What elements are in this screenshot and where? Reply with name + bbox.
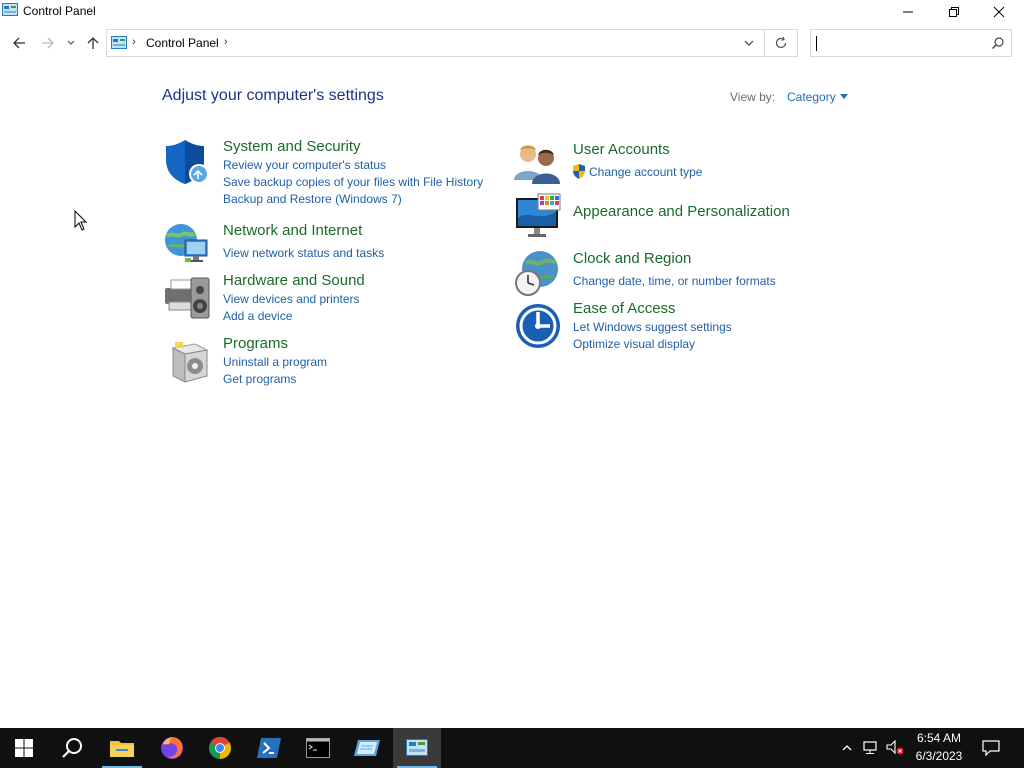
link-add-device[interactable]: Add a device bbox=[223, 309, 292, 323]
action-center-button[interactable] bbox=[982, 739, 1000, 757]
restore-icon bbox=[949, 7, 959, 17]
link-let-windows-suggest-settings[interactable]: Let Windows suggest settings bbox=[573, 320, 732, 334]
page-title: Adjust your computer's settings bbox=[162, 87, 384, 104]
category-network-and-internet[interactable]: Network and Internet bbox=[223, 222, 362, 239]
volume-tray-button[interactable] bbox=[886, 739, 904, 757]
clock-globe-icon[interactable] bbox=[514, 249, 562, 297]
minimize-icon bbox=[903, 11, 913, 13]
link-change-date-time-formats[interactable]: Change date, time, or number formats bbox=[573, 274, 776, 288]
link-backup-restore[interactable]: Backup and Restore (Windows 7) bbox=[223, 192, 402, 206]
category-hardware-and-sound[interactable]: Hardware and Sound bbox=[223, 272, 365, 289]
category-programs[interactable]: Programs bbox=[223, 335, 288, 352]
view-by-dropdown[interactable]: Category bbox=[787, 90, 836, 104]
network-tray-button[interactable] bbox=[862, 739, 880, 757]
uac-shield-icon bbox=[573, 164, 585, 179]
link-get-programs[interactable]: Get programs bbox=[223, 372, 296, 386]
window-title: Control Panel bbox=[23, 4, 96, 18]
taskbar bbox=[0, 728, 1024, 768]
control-panel-icon bbox=[2, 3, 18, 16]
refresh-button[interactable] bbox=[765, 29, 798, 57]
network-icon bbox=[863, 741, 877, 754]
forward-arrow-icon bbox=[42, 37, 54, 49]
chevron-down-icon bbox=[67, 40, 75, 45]
address-dropdown-button[interactable] bbox=[742, 36, 756, 50]
category-system-and-security[interactable]: System and Security bbox=[223, 138, 361, 155]
link-change-account-type[interactable]: Change account type bbox=[589, 165, 702, 179]
start-button[interactable] bbox=[0, 728, 48, 768]
search-icon[interactable] bbox=[991, 36, 1005, 50]
control-panel-icon bbox=[111, 36, 127, 49]
taskbar-notepad[interactable] bbox=[343, 728, 391, 768]
back-button[interactable] bbox=[8, 32, 30, 54]
printer-speaker-icon[interactable] bbox=[163, 272, 211, 320]
notification-icon bbox=[982, 740, 1000, 756]
link-file-history[interactable]: Save backup copies of your files with Fi… bbox=[223, 175, 483, 189]
firefox-icon bbox=[161, 737, 183, 759]
link-view-network-status[interactable]: View network status and tasks bbox=[223, 246, 384, 260]
show-hidden-icons-button[interactable] bbox=[838, 739, 856, 757]
control-panel-icon bbox=[406, 739, 428, 756]
refresh-icon bbox=[775, 36, 787, 49]
chevron-up-icon bbox=[842, 745, 852, 751]
start-icon bbox=[15, 739, 33, 757]
control-panel-window: Control Panel › Control Panel › Adjust y… bbox=[0, 0, 1024, 728]
forward-button[interactable] bbox=[37, 32, 59, 54]
recent-locations-button[interactable] bbox=[61, 32, 81, 54]
command-prompt-icon bbox=[306, 738, 330, 758]
mouse-cursor-icon bbox=[74, 210, 88, 231]
breadcrumb-separator[interactable]: › bbox=[224, 36, 228, 48]
restore-button[interactable] bbox=[931, 0, 977, 24]
breadcrumb-control-panel[interactable]: Control Panel bbox=[146, 36, 219, 50]
taskbar-powershell[interactable] bbox=[245, 728, 293, 768]
network-globe-icon[interactable] bbox=[163, 218, 211, 266]
programs-box-icon[interactable] bbox=[163, 336, 211, 384]
text-caret bbox=[816, 36, 817, 51]
link-uninstall-program[interactable]: Uninstall a program bbox=[223, 355, 327, 369]
taskbar-file-explorer[interactable] bbox=[98, 728, 146, 768]
close-icon bbox=[993, 6, 1005, 18]
category-clock-and-region[interactable]: Clock and Region bbox=[573, 250, 691, 267]
close-button[interactable] bbox=[976, 0, 1022, 24]
minimize-button[interactable] bbox=[885, 0, 931, 24]
chevron-down-icon bbox=[744, 40, 754, 46]
caret-down-icon[interactable] bbox=[840, 94, 848, 99]
chrome-icon bbox=[209, 737, 231, 759]
up-arrow-icon bbox=[87, 37, 99, 49]
breadcrumb-separator[interactable]: › bbox=[132, 36, 136, 48]
taskbar-control-panel[interactable] bbox=[393, 728, 441, 768]
address-bar[interactable]: › Control Panel › bbox=[106, 29, 765, 57]
title-bar[interactable]: Control Panel bbox=[0, 0, 1024, 24]
volume-muted-icon bbox=[886, 740, 904, 755]
taskbar-clock-time[interactable]: 6:54 AM bbox=[914, 731, 964, 745]
link-view-devices-printers[interactable]: View devices and printers bbox=[223, 292, 360, 306]
users-icon[interactable] bbox=[514, 140, 562, 188]
category-ease-of-access[interactable]: Ease of Access bbox=[573, 300, 676, 317]
search-input[interactable] bbox=[810, 29, 1012, 57]
powershell-icon bbox=[257, 738, 281, 758]
category-user-accounts[interactable]: User Accounts bbox=[573, 141, 670, 158]
taskbar-firefox[interactable] bbox=[148, 728, 196, 768]
ease-of-access-icon[interactable] bbox=[514, 302, 562, 350]
file-explorer-icon bbox=[110, 741, 134, 757]
taskbar-search-button[interactable] bbox=[48, 728, 96, 768]
link-optimize-visual-display[interactable]: Optimize visual display bbox=[573, 337, 695, 351]
category-appearance-and-personalization[interactable]: Appearance and Personalization bbox=[573, 203, 790, 220]
taskbar-command-prompt[interactable] bbox=[294, 728, 342, 768]
taskbar-clock-date[interactable]: 6/3/2023 bbox=[914, 749, 964, 763]
taskbar-chrome[interactable] bbox=[196, 728, 244, 768]
shield-icon[interactable] bbox=[163, 138, 211, 186]
monitor-palette-icon[interactable] bbox=[514, 192, 562, 240]
search-icon bbox=[62, 738, 82, 758]
up-button[interactable] bbox=[82, 32, 104, 54]
view-by-label: View by: bbox=[730, 90, 776, 104]
back-arrow-icon bbox=[13, 37, 25, 49]
link-review-computer-status[interactable]: Review your computer's status bbox=[223, 158, 386, 172]
notepad-icon bbox=[354, 740, 380, 756]
